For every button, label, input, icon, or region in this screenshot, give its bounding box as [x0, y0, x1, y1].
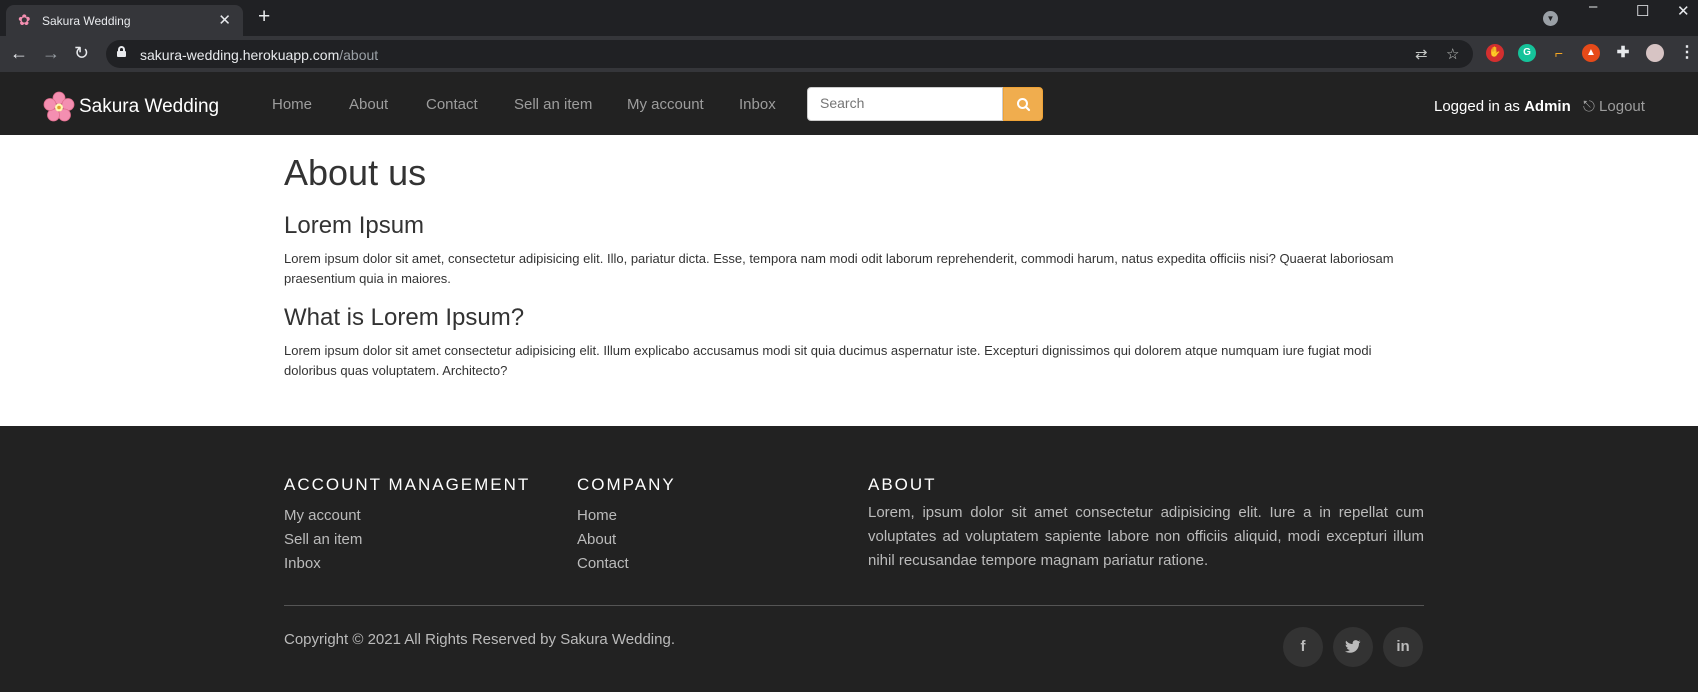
brand-name: Sakura Wedding [79, 96, 220, 117]
main-content: About us Lorem Ipsum Lorem ipsum dolor s… [284, 152, 1424, 381]
site-footer: ACCOUNT MANAGEMENT My account Sell an it… [0, 426, 1698, 692]
menu-icon[interactable]: ⋮ [1678, 44, 1696, 62]
search-box [807, 87, 1003, 121]
tab-title: Sakura Wedding [42, 14, 131, 28]
footer-divider [284, 605, 1424, 606]
maximize-icon[interactable]: ☐ [1636, 2, 1649, 20]
nav-about[interactable]: About [349, 96, 388, 113]
browser-tab[interactable]: ✿ Sakura Wedding ✕ [6, 5, 243, 36]
nav-my-account[interactable]: My account [627, 96, 704, 113]
nav-contact[interactable]: Contact [426, 96, 478, 113]
footer-heading-account: ACCOUNT MANAGEMENT [284, 475, 531, 494]
minimize-icon[interactable]: – [1589, 0, 1597, 15]
section-heading: What is Lorem Ipsum? [284, 304, 525, 331]
search-button[interactable] [1003, 87, 1043, 121]
translate-icon[interactable]: ⇄ [1415, 45, 1428, 63]
section-text: Lorem ipsum dolor sit amet, consectetur … [284, 251, 1394, 286]
footer-heading-company: COMPANY [577, 475, 676, 494]
logged-in-status: Logged in as Admin [1434, 98, 1571, 115]
username: Admin [1524, 98, 1571, 115]
twitter-icon[interactable] [1333, 627, 1373, 667]
section-text: Lorem ipsum dolor sit amet consectetur a… [284, 343, 1372, 378]
copyright-text: Copyright © 2021 All Rights Reserved by … [284, 631, 675, 648]
footer-heading-about: ABOUT [868, 475, 937, 494]
sakura-favicon-icon: ✿ [18, 12, 31, 29]
footer-link-contact[interactable]: Contact [577, 555, 629, 572]
forward-icon[interactable]: → [42, 43, 60, 64]
sakura-logo-icon [43, 91, 75, 122]
search-input[interactable] [820, 88, 1000, 118]
tab-close-icon[interactable]: ✕ [218, 11, 231, 29]
footer-link-sell-an-item[interactable]: Sell an item [284, 531, 362, 548]
linkedin-icon[interactable]: in [1383, 627, 1423, 667]
facebook-icon[interactable]: f [1283, 627, 1323, 667]
footer-about-text: Lorem, ipsum dolor sit amet consectetur … [868, 504, 1424, 569]
search-icon [1017, 98, 1031, 112]
lock-icon [117, 46, 126, 57]
address-bar[interactable]: sakura-wedding.herokuapp.com/about ⇄ ☆ [106, 40, 1473, 68]
reload-icon[interactable]: ↻ [74, 43, 89, 64]
footer-link-home[interactable]: Home [577, 507, 617, 524]
window-close-icon[interactable]: ✕ [1677, 2, 1690, 20]
grammarly-extension-icon[interactable]: G [1518, 44, 1536, 62]
footer-link-about[interactable]: About [577, 531, 616, 548]
bookmark-star-icon[interactable]: ☆ [1446, 45, 1459, 63]
nav-inbox[interactable]: Inbox [739, 96, 776, 113]
new-tab-icon[interactable]: + [258, 5, 270, 29]
puzzle-extensions-icon[interactable]: ✚ [1614, 44, 1632, 62]
nav-home[interactable]: Home [272, 96, 312, 113]
logout-link[interactable]: ⎋ Logout [1583, 98, 1645, 115]
logout-icon: ⎋ [1583, 98, 1595, 115]
section-heading: Lorem Ipsum [284, 212, 425, 239]
footer-link-inbox[interactable]: Inbox [284, 555, 321, 572]
back-icon[interactable]: ← [10, 43, 28, 64]
profile-avatar[interactable] [1646, 44, 1664, 62]
tab-search-icon[interactable]: ▼ [1543, 11, 1558, 26]
browser-tabstrip: ✿ Sakura Wedding ✕ + ▼ – ☐ ✕ [0, 0, 1698, 36]
extension-icon[interactable]: ▲ [1582, 44, 1600, 62]
extension-icon[interactable]: ⌐ [1550, 44, 1568, 62]
footer-link-my-account[interactable]: My account [284, 507, 361, 524]
nav-sell-an-item[interactable]: Sell an item [514, 96, 592, 113]
page-title: About us [284, 152, 427, 193]
adblock-extension-icon[interactable]: ✋ [1486, 44, 1504, 62]
url-text: sakura-wedding.herokuapp.com/about [140, 47, 379, 63]
browser-toolbar: ← → ↻ sakura-wedding.herokuapp.com/about… [0, 36, 1698, 72]
